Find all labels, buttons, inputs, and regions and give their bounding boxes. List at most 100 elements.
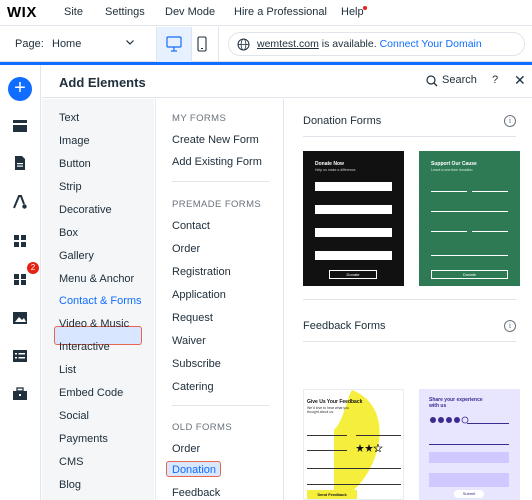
category-button[interactable]: Button [59,158,91,170]
wix-logo[interactable]: WIX [7,4,37,21]
card-title: Donate Now [315,161,344,167]
card-submit-button: Submit [454,490,484,498]
sub-order[interactable]: Order [172,243,200,255]
sub-registration[interactable]: Registration [172,266,231,278]
feedback-form-template-yellow[interactable]: Give Us Your Feedback We'd love to hear … [303,389,404,500]
category-menu-anchor[interactable]: Menu & Anchor [59,273,134,285]
form-field [315,205,392,214]
sections-icon [13,120,27,132]
subcategory-list: MY FORMS Create New Form Add Existing Fo… [155,99,284,500]
media-icon [13,312,27,324]
add-elements-panel: Add Elements Search ? ✕ Text Image Butto… [42,65,532,500]
form-field [315,251,392,260]
form-field [429,473,509,487]
donation-form-template-green[interactable]: Support Our Cause Leave a one-time donat… [419,151,520,286]
card-send-feedback-button: Send Feedback [307,490,357,499]
sub-create-new-form[interactable]: Create New Form [172,134,259,146]
category-video-music[interactable]: Video & Music [59,318,129,330]
category-embed-code[interactable]: Embed Code [59,387,123,399]
premade-forms-heading: PREMADE FORMS [172,199,262,210]
cms-button[interactable] [9,345,31,367]
desktop-icon [166,36,182,52]
star-rating-icon [356,444,383,452]
globe-icon [237,38,250,51]
card-title: Give Us Your Feedback [307,399,363,405]
form-line [356,435,401,436]
category-decorative[interactable]: Decorative [59,204,112,216]
form-field [315,182,392,191]
category-interactive[interactable]: Interactive [59,341,110,353]
nav-settings[interactable]: Settings [105,6,145,18]
add-elements-button[interactable]: + [8,77,32,101]
form-line [431,211,508,212]
category-gallery[interactable]: Gallery [59,250,94,262]
sub-waiver[interactable]: Waiver [172,335,206,347]
sub-old-order[interactable]: Order [172,443,200,455]
nav-help[interactable]: Help [341,6,364,18]
category-cms[interactable]: CMS [59,456,83,468]
category-list-item[interactable]: List [59,364,76,376]
category-social[interactable]: Social [59,410,89,422]
sub-catering[interactable]: Catering [172,381,214,393]
sub-add-existing-form[interactable]: Add Existing Form [172,156,262,168]
mobile-icon[interactable] [196,36,208,52]
form-field [315,228,392,237]
design-icon [13,195,27,209]
close-icon[interactable]: ✕ [514,72,526,89]
desktop-view-button[interactable] [157,27,191,62]
design-button[interactable] [9,191,31,213]
form-line [472,231,508,232]
search-icon[interactable] [426,75,438,87]
category-blog[interactable]: Blog [59,479,81,491]
old-forms-heading: OLD FORMS [172,422,233,433]
app-market-icon [14,274,26,285]
connect-domain-link[interactable]: Connect Your Domain [380,38,482,50]
category-image[interactable]: Image [59,135,90,147]
app-market-badge: 2 [27,262,39,274]
sub-contact[interactable]: Contact [172,220,210,232]
sub-donation[interactable]: Donation [172,464,216,476]
feedback-forms-title: Feedback Forms [303,320,386,332]
chevron-down-icon[interactable] [125,37,135,47]
domain-bar: wemtest.com is available. Connect Your D… [228,32,525,56]
info-icon[interactable]: i [504,115,516,127]
help-button[interactable]: ? [492,74,498,86]
page-bar: Page: Home wemtest.com is available. Con… [0,27,532,62]
my-forms-heading: MY FORMS [172,113,227,124]
donation-form-template-dark[interactable]: Donate Now Help us make a difference Don… [303,151,404,286]
category-strip[interactable]: Strip [59,181,82,193]
info-icon[interactable]: i [504,320,516,332]
sub-request[interactable]: Request [172,312,213,324]
nav-site[interactable]: Site [64,6,83,18]
category-payments[interactable]: Payments [59,433,108,445]
sections-button[interactable] [9,115,31,137]
sub-application[interactable]: Application [172,289,226,301]
business-icon [13,387,27,400]
site-domain: wemtest.com [257,38,319,50]
sub-subscribe[interactable]: Subscribe [172,358,221,370]
heart-rating-icon [430,416,469,424]
sub-feedback[interactable]: Feedback [172,487,220,499]
category-contact-forms[interactable]: Contact & Forms [59,295,142,307]
feedback-form-template-lilac[interactable]: Share your experience with us Submit [419,389,520,500]
pages-button[interactable] [9,152,31,174]
card-subtitle: Leave a one-time donation [431,168,473,172]
apps-button[interactable] [9,230,31,252]
category-list: Text Image Button Strip Decorative Box G… [42,99,154,500]
divider [303,299,516,300]
nav-dev-mode[interactable]: Dev Mode [165,6,215,18]
category-text[interactable]: Text [59,112,79,124]
form-line [307,450,347,451]
media-button[interactable] [9,307,31,329]
divider [303,136,516,137]
business-button[interactable] [9,383,31,405]
form-field [429,452,509,463]
category-box[interactable]: Box [59,227,78,239]
nav-hire-professional[interactable]: Hire a Professional [234,6,327,18]
help-notification-dot [363,6,367,10]
search-button[interactable]: Search [442,74,477,86]
form-line [307,484,401,485]
page-select[interactable]: Home [52,38,81,50]
divider [303,341,516,342]
card-donate-button: Donate [329,270,377,279]
